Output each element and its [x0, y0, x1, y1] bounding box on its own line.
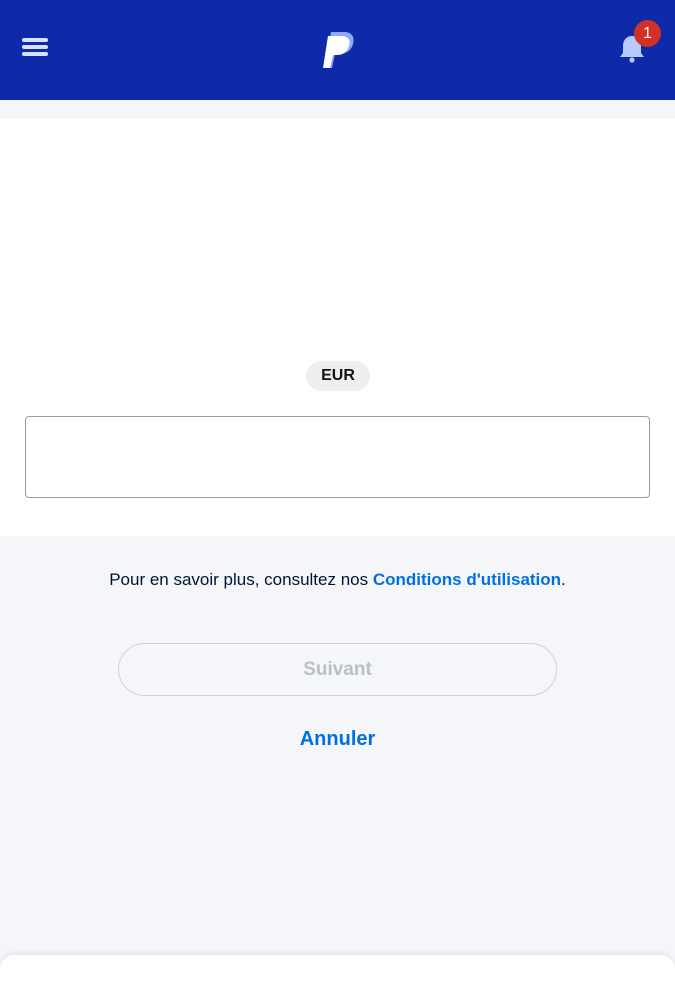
amount-input[interactable] — [25, 416, 650, 498]
paypal-logo — [323, 32, 354, 68]
next-button[interactable]: Suivant — [118, 643, 557, 696]
terms-text: Pour en savoir plus, consultez nos Condi… — [0, 570, 675, 590]
notification-count-badge: 1 — [634, 20, 661, 47]
terms-suffix: . — [561, 570, 566, 589]
terms-link[interactable]: Conditions d'utilisation — [373, 570, 561, 589]
currency-selector[interactable]: EUR — [306, 361, 370, 391]
cancel-link[interactable]: Annuler — [0, 728, 675, 751]
top-header: 1 — [0, 0, 675, 100]
bottom-sheet — [0, 955, 675, 995]
terms-prefix: Pour en savoir plus, consultez nos — [109, 570, 373, 589]
hamburger-menu-icon[interactable] — [22, 38, 48, 60]
